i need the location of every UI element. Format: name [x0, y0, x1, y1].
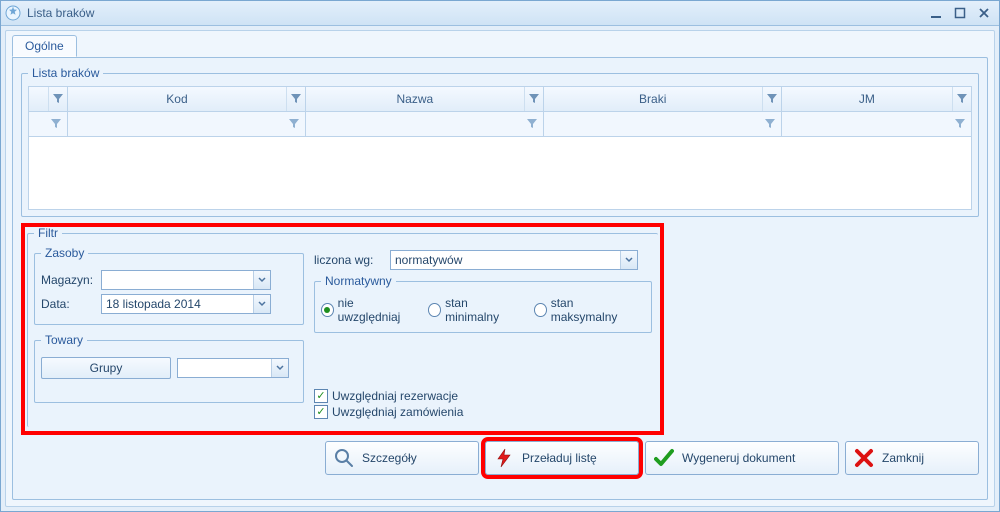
grid-fieldset: Lista braków Kod Nazwa Br — [21, 66, 979, 217]
filter-cell[interactable] — [28, 112, 68, 137]
magnifier-icon — [334, 448, 354, 468]
liczona-combo[interactable]: normatywów — [390, 250, 638, 270]
filter-cell[interactable] — [306, 112, 544, 137]
radio-nie-uwzgledniaj[interactable]: nie uwzględniaj — [321, 296, 410, 324]
button-label: Grupy — [90, 361, 123, 375]
chevron-down-icon — [253, 295, 270, 313]
przeladuj-button[interactable]: Przeładuj listę — [485, 441, 639, 475]
grupa-combo[interactable] — [177, 358, 289, 378]
col-label: JM — [782, 92, 952, 106]
filtr-body: Zasoby Magazyn: Data: — [34, 246, 652, 421]
close-icon — [854, 448, 874, 468]
filter-icon[interactable] — [48, 87, 67, 111]
szczegoly-button[interactable]: Szczegóły — [325, 441, 479, 475]
checkmark-icon — [654, 448, 674, 468]
funnel-icon — [527, 119, 537, 129]
magazyn-label: Magazyn: — [41, 273, 95, 287]
tab-label: Ogólne — [25, 39, 64, 53]
filtr-fieldset: Filtr Zasoby Magazyn: — [27, 226, 658, 427]
checkbox-icon — [314, 405, 328, 419]
window-frame: Lista braków Ogólne Lista braków — [0, 0, 1000, 512]
col-label: Braki — [544, 92, 762, 106]
filter-icon[interactable] — [762, 87, 781, 111]
funnel-icon — [289, 119, 299, 129]
titlebar: Lista braków — [1, 1, 999, 26]
grupy-button[interactable]: Grupy — [41, 357, 171, 379]
footer-buttons: Szczegóły Przeładuj listę Wygeneruj doku… — [21, 441, 979, 475]
radio-label: nie uwzględniaj — [338, 296, 411, 324]
radio-stan-maksymalny[interactable]: stan maksymalny — [534, 296, 633, 324]
grid-header-row: Kod Nazwa Braki JM — [28, 86, 972, 112]
minimize-button[interactable] — [925, 5, 947, 21]
chevron-down-icon — [620, 251, 637, 269]
filter-cell[interactable] — [544, 112, 782, 137]
check-rezerwacje[interactable]: Uwzględniaj rezerwacje — [314, 389, 458, 403]
close-button[interactable] — [973, 5, 995, 21]
zamknij-button[interactable]: Zamknij — [845, 441, 979, 475]
combo-value: normatywów — [391, 253, 620, 267]
filtr-right-col: liczona wg: normatywów Normatywny — [314, 246, 652, 421]
filter-icon[interactable] — [286, 87, 305, 111]
chevron-down-icon — [271, 359, 288, 377]
radio-stan-minimalny[interactable]: stan minimalny — [428, 296, 516, 324]
col-label: Kod — [68, 92, 286, 106]
col-nazwa[interactable]: Nazwa — [306, 86, 544, 112]
radio-label: stan maksymalny — [551, 296, 633, 324]
filter-icon[interactable] — [524, 87, 543, 111]
radio-dot-icon — [428, 303, 441, 317]
funnel-icon — [765, 119, 775, 129]
funnel-icon — [51, 119, 61, 129]
zasoby-fieldset: Zasoby Magazyn: Data: — [34, 246, 304, 325]
radio-dot-icon — [534, 303, 547, 317]
check-label: Uwzględniaj rezerwacje — [332, 389, 458, 403]
check-label: Uwzględniaj zamówienia — [332, 405, 463, 419]
normatywny-fieldset: Normatywny nie uwzględniaj stan minimaln… — [314, 274, 652, 333]
col-handle[interactable] — [28, 86, 68, 112]
filter-cell[interactable] — [68, 112, 306, 137]
filter-cell[interactable] — [782, 112, 972, 137]
grid-filter-row — [28, 112, 972, 137]
chevron-down-icon — [253, 271, 270, 289]
button-label: Zamknij — [882, 451, 924, 465]
button-label: Przeładuj listę — [522, 451, 597, 465]
col-kod[interactable]: Kod — [68, 86, 306, 112]
wygeneruj-button[interactable]: Wygeneruj dokument — [645, 441, 839, 475]
funnel-icon — [955, 119, 965, 129]
grid-body[interactable] — [28, 137, 972, 210]
maximize-button[interactable] — [949, 5, 971, 21]
towary-legend: Towary — [41, 333, 87, 347]
zasoby-legend: Zasoby — [41, 246, 88, 260]
towary-fieldset: Towary Grupy — [34, 333, 304, 403]
filtr-left-col: Zasoby Magazyn: Data: — [34, 246, 304, 409]
filtr-legend: Filtr — [34, 226, 62, 240]
radio-label: stan minimalny — [445, 296, 516, 324]
col-jm[interactable]: JM — [782, 86, 972, 112]
tabstrip: Ogólne — [12, 35, 988, 57]
col-label: Nazwa — [306, 92, 524, 106]
checkbox-icon — [314, 389, 328, 403]
highlight-frame-filtr: Filtr Zasoby Magazyn: — [21, 223, 664, 435]
col-braki[interactable]: Braki — [544, 86, 782, 112]
app-icon — [5, 5, 21, 21]
filter-icon[interactable] — [952, 87, 971, 111]
tab-general[interactable]: Ogólne — [12, 35, 77, 57]
grid-legend: Lista braków — [28, 66, 103, 80]
data-datepicker[interactable]: 18 listopada 2014 — [101, 294, 271, 314]
window-title: Lista braków — [27, 6, 94, 20]
tabpage-general: Lista braków Kod Nazwa Br — [12, 57, 988, 500]
normatywny-legend: Normatywny — [321, 274, 396, 288]
check-zamowienia[interactable]: Uwzględniaj zamówienia — [314, 405, 463, 419]
radio-dot-icon — [321, 303, 334, 317]
lightning-icon — [494, 448, 514, 468]
combo-value: 18 listopada 2014 — [102, 297, 253, 311]
data-label: Data: — [41, 297, 95, 311]
button-label: Wygeneruj dokument — [682, 451, 795, 465]
button-label: Szczegóły — [362, 451, 417, 465]
liczona-label: liczona wg: — [314, 253, 384, 267]
magazyn-combo[interactable] — [101, 270, 271, 290]
client-area: Ogólne Lista braków Kod Nazwa — [5, 30, 995, 507]
